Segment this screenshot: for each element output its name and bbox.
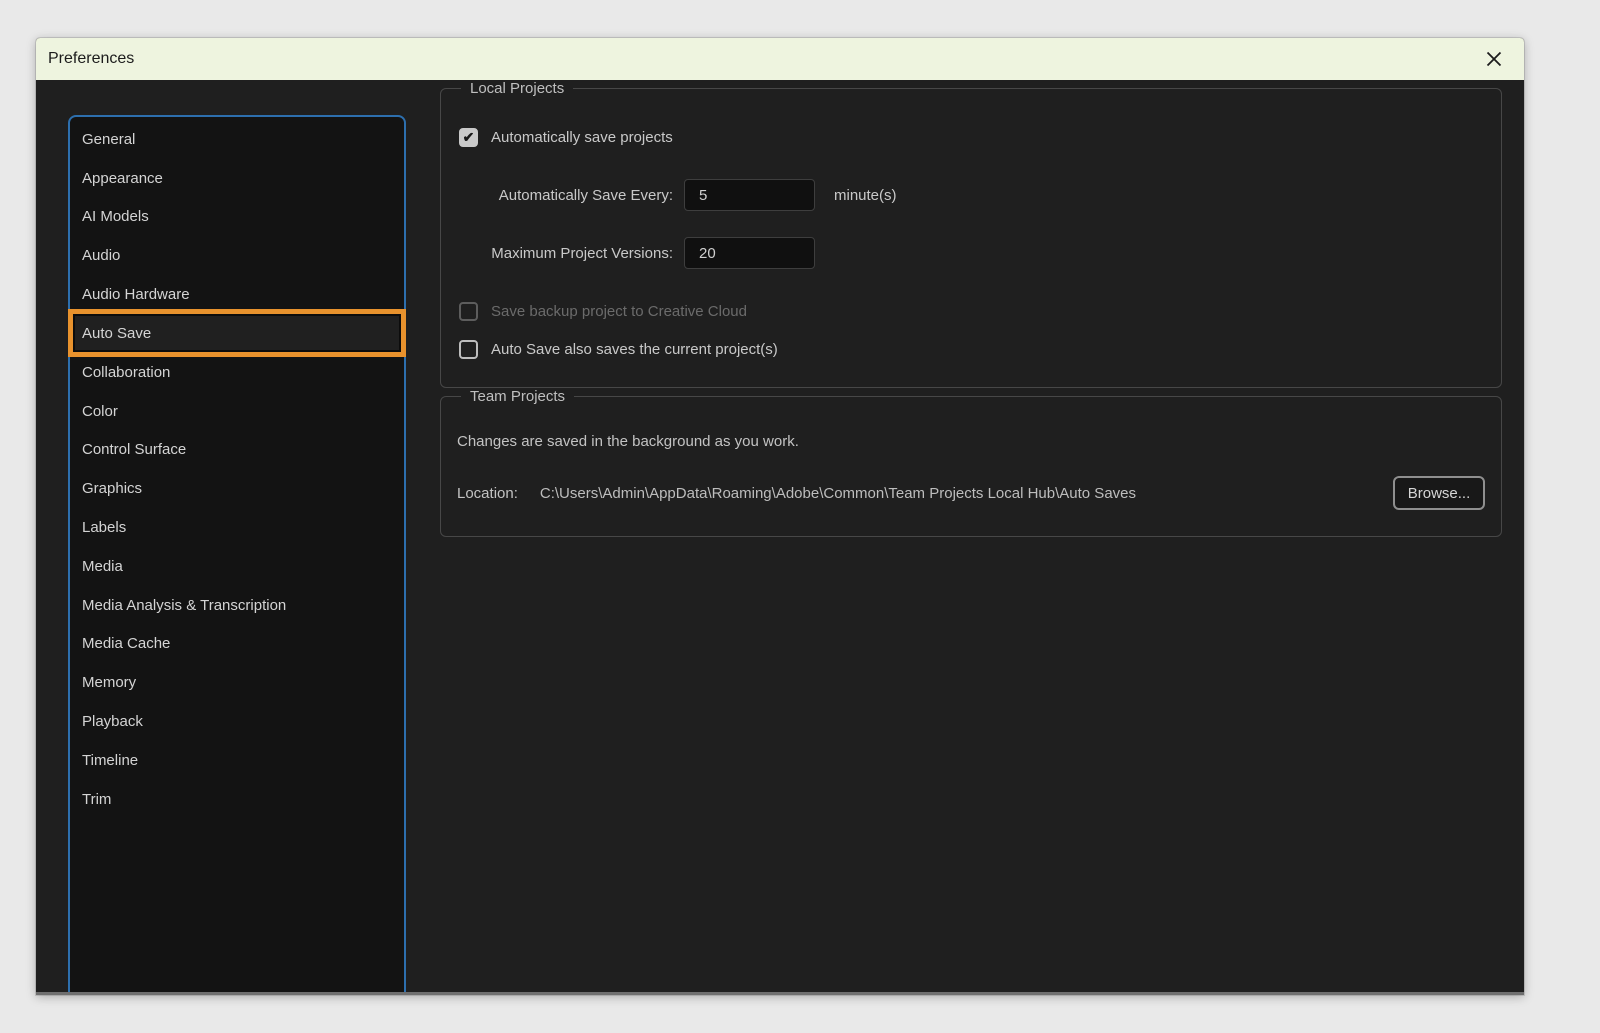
sidebar-item-audio[interactable]: Audio <box>70 236 404 275</box>
browse-button[interactable]: Browse... <box>1393 476 1485 510</box>
preferences-content: Local Projects ✔ Automatically save proj… <box>440 80 1502 537</box>
sidebar-item-control-surface[interactable]: Control Surface <box>70 431 404 470</box>
sidebar-item-label: Timeline <box>82 752 138 769</box>
automatically-save-projects-checkbox-row[interactable]: ✔ Automatically save projects <box>457 125 1485 149</box>
sidebar-item-general[interactable]: General <box>70 120 404 159</box>
sidebar-item-appearance[interactable]: Appearance <box>70 159 404 198</box>
sidebar-item-timeline[interactable]: Timeline <box>70 741 404 780</box>
dialog-title: Preferences <box>48 50 134 68</box>
sidebar-item-label: Auto Save <box>82 325 151 342</box>
sidebar-item-media-analysis-transcription[interactable]: Media Analysis & Transcription <box>70 586 404 625</box>
sidebar-item-label: Audio Hardware <box>82 286 190 303</box>
team-projects-description: Changes are saved in the background as y… <box>457 433 1485 450</box>
sidebar-item-collaboration[interactable]: Collaboration <box>70 353 404 392</box>
sidebar-item-label: Graphics <box>82 480 142 497</box>
save-every-row: Automatically Save Every: minute(s) <box>457 179 1485 211</box>
save-every-input[interactable] <box>684 179 815 211</box>
location-path: C:\Users\Admin\AppData\Roaming\Adobe\Com… <box>540 485 1136 502</box>
sidebar-item-label: Media Analysis & Transcription <box>82 597 286 614</box>
max-versions-label: Maximum Project Versions: <box>457 245 673 262</box>
checkmark-icon: ✔ <box>463 130 475 144</box>
sidebar-item-label: Trim <box>82 791 111 808</box>
sidebar-item-trim[interactable]: Trim <box>70 780 404 819</box>
checkbox-icon[interactable]: ✔ <box>459 340 478 359</box>
dialog-titlebar[interactable]: Preferences <box>36 38 1524 80</box>
sidebar-item-label: Media Cache <box>82 635 170 652</box>
sidebar-item-color[interactable]: Color <box>70 392 404 431</box>
desktop-background: Preferences General Appearance AI Models Au… <box>0 0 1600 1033</box>
automatically-save-projects-label: Automatically save projects <box>491 129 673 146</box>
sidebar-item-label: Collaboration <box>82 364 170 381</box>
sidebar-item-playback[interactable]: Playback <box>70 702 404 741</box>
sidebar-item-label: Color <box>82 403 118 420</box>
location-row: Location: C:\Users\Admin\AppData\Roaming… <box>457 476 1485 510</box>
save-every-suffix: minute(s) <box>834 187 897 204</box>
sidebar-item-audio-hardware[interactable]: Audio Hardware <box>70 275 404 314</box>
sidebar-item-label: Media <box>82 558 123 575</box>
sidebar-item-label: General <box>82 131 135 148</box>
checkbox-icon[interactable]: ✔ <box>459 128 478 147</box>
team-projects-legend: Team Projects <box>461 388 574 405</box>
sidebar-item-label: Control Surface <box>82 441 186 458</box>
location-label: Location: <box>457 485 518 502</box>
sidebar-item-label: Appearance <box>82 170 163 187</box>
sidebar-item-label: AI Models <box>82 208 149 225</box>
sidebar-item-graphics[interactable]: Graphics <box>70 469 404 508</box>
preferences-sidebar: General Appearance AI Models Audio Audio Har… <box>68 115 406 995</box>
checkbox-icon: ✔ <box>459 302 478 321</box>
save-backup-creative-cloud-checkbox-row: ✔ Save backup project to Creative Cloud <box>457 299 1485 323</box>
preferences-dialog: Preferences General Appearance AI Models Au… <box>36 38 1524 995</box>
sidebar-item-memory[interactable]: Memory <box>70 663 404 702</box>
sidebar-item-auto-save[interactable]: Auto Save <box>68 309 406 357</box>
max-versions-input[interactable] <box>684 237 815 269</box>
sidebar-item-media-cache[interactable]: Media Cache <box>70 625 404 664</box>
save-every-label: Automatically Save Every: <box>457 187 673 204</box>
max-versions-row: Maximum Project Versions: <box>457 237 1485 269</box>
local-projects-group: Local Projects ✔ Automatically save proj… <box>440 80 1502 388</box>
local-projects-legend: Local Projects <box>461 80 573 97</box>
save-backup-creative-cloud-label: Save backup project to Creative Cloud <box>491 303 747 320</box>
auto-save-current-projects-checkbox-row[interactable]: ✔ Auto Save also saves the current proje… <box>457 337 1485 361</box>
auto-save-current-projects-label: Auto Save also saves the current project… <box>491 341 778 358</box>
dialog-body: General Appearance AI Models Audio Audio Har… <box>36 80 1524 995</box>
sidebar-item-label: Audio <box>82 247 120 264</box>
sidebar-item-label: Labels <box>82 519 126 536</box>
sidebar-item-label: Memory <box>82 674 136 691</box>
sidebar-item-label: Playback <box>82 713 143 730</box>
sidebar-item-media[interactable]: Media <box>70 547 404 586</box>
close-button[interactable] <box>1480 45 1508 73</box>
team-projects-group: Team Projects Changes are saved in the b… <box>440 388 1502 537</box>
sidebar-item-ai-models[interactable]: AI Models <box>70 198 404 237</box>
close-icon <box>1483 48 1505 70</box>
sidebar-item-labels[interactable]: Labels <box>70 508 404 547</box>
location-text-group: Location: C:\Users\Admin\AppData\Roaming… <box>457 485 1136 502</box>
